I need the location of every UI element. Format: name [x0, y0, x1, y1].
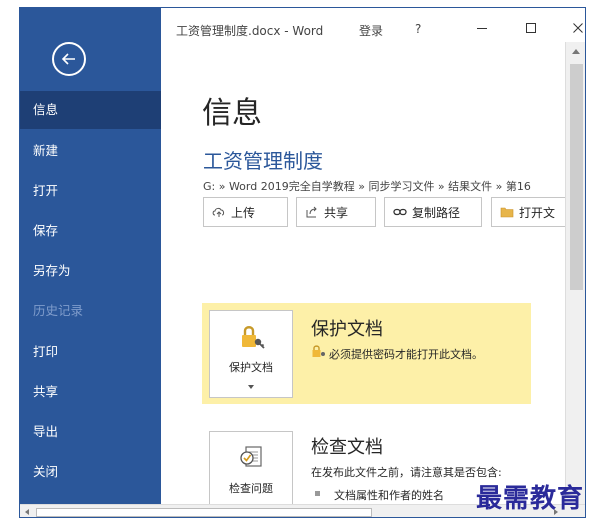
watermark-logo: 最需教育 — [476, 484, 585, 514]
sidebar-item-open[interactable]: 打开 — [20, 172, 161, 210]
upload-label: 上传 — [231, 205, 256, 220]
horizontal-scroll-thumb[interactable] — [36, 508, 372, 517]
protect-document-button[interactable]: 保护文档 — [209, 310, 293, 398]
sidebar-item-export[interactable]: 导出 — [20, 413, 161, 451]
minimize-icon — [477, 28, 487, 29]
open-location-label: 打开文 — [519, 205, 556, 220]
check-issues-button[interactable]: 检查问题 — [209, 431, 293, 504]
sidebar-item-history: 历史记录 — [33, 303, 84, 318]
page-title: 信息 — [202, 96, 262, 131]
chevron-down-icon — [248, 385, 254, 389]
inspect-document-title: 检查文档 — [311, 437, 383, 458]
sidebar-item-share[interactable]: 共享 — [20, 373, 161, 411]
bullet-icon — [315, 491, 320, 496]
protect-document-title: 保护文档 — [311, 319, 383, 340]
info-pane: 信息 工资管理制度 G: » Word 2019完全自学教程 » 同步学习文件 … — [161, 42, 565, 504]
lock-key-icon — [242, 326, 265, 349]
scroll-up-icon[interactable] — [572, 49, 580, 54]
word-window: 信息 新建 打开 保存 另存为 历史记录 打印 共享 导出 关闭 工资管理制度.… — [19, 7, 586, 518]
check-issues-button-label: 检查问题 — [229, 482, 273, 495]
sidebar-item-info[interactable]: 信息 — [20, 91, 161, 129]
upload-icon — [212, 207, 225, 217]
folder-icon — [500, 207, 514, 218]
protect-document-section: 保护文档 保护文档 必须提供密码才能打开此文档。 — [202, 303, 531, 404]
back-button[interactable] — [52, 42, 86, 76]
small-lock-key-icon — [312, 345, 325, 357]
window-title: 工资管理制度.docx - Word — [176, 24, 324, 38]
link-icon — [393, 208, 407, 216]
title-bar: 工资管理制度.docx - Word 登录 ? — [161, 8, 585, 42]
help-button[interactable]: ? — [415, 22, 421, 36]
maximize-button[interactable] — [521, 20, 541, 36]
vertical-scroll-thumb[interactable] — [570, 64, 583, 290]
vertical-scrollbar[interactable] — [565, 42, 585, 504]
protect-document-button-label: 保护文档 — [229, 361, 273, 374]
back-arrow-icon — [61, 53, 75, 65]
share-label: 共享 — [324, 205, 349, 220]
protect-document-desc: 必须提供密码才能打开此文档。 — [329, 348, 483, 361]
document-path[interactable]: G: » Word 2019完全自学教程 » 同步学习文件 » 结果文件 » 第… — [203, 178, 531, 194]
inspect-bullet-item: 文档属性和作者的姓名 — [334, 489, 444, 502]
copy-path-label: 复制路径 — [412, 205, 461, 220]
maximize-icon — [526, 23, 536, 33]
sidebar-item-new[interactable]: 新建 — [20, 132, 161, 170]
minimize-button[interactable] — [472, 20, 492, 36]
share-button[interactable]: 共享 — [296, 197, 376, 227]
scroll-left-icon[interactable] — [25, 509, 29, 515]
close-icon — [573, 23, 583, 33]
inspect-document-icon — [240, 446, 262, 467]
open-location-button[interactable]: 打开文 — [491, 197, 565, 227]
sidebar-item-save[interactable]: 保存 — [20, 212, 161, 250]
upload-button[interactable]: 上传 — [203, 197, 288, 227]
backstage-sidebar: 信息 新建 打开 保存 另存为 历史记录 打印 共享 导出 关闭 — [20, 8, 161, 517]
sidebar-item-save-as[interactable]: 另存为 — [20, 252, 161, 290]
close-button[interactable] — [568, 20, 585, 36]
sidebar-item-print[interactable]: 打印 — [20, 333, 161, 371]
sidebar-item-close[interactable]: 关闭 — [20, 453, 161, 491]
document-name: 工资管理制度 — [203, 149, 323, 173]
copy-path-button[interactable]: 复制路径 — [384, 197, 482, 227]
login-link[interactable]: 登录 — [359, 22, 383, 39]
share-icon — [306, 206, 317, 218]
inspect-document-desc: 在发布此文件之前，请注意其是否包含: — [311, 466, 502, 479]
